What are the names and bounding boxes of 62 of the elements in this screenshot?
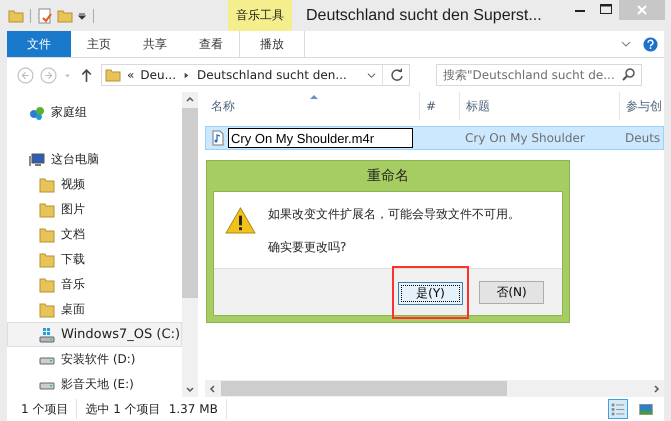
horizontal-scrollbar[interactable] bbox=[205, 380, 664, 397]
chevron-down-icon[interactable] bbox=[621, 39, 631, 49]
folder-icon bbox=[39, 202, 55, 218]
vertical-scrollbar[interactable] bbox=[182, 92, 198, 397]
rename-field[interactable]: Cry On My Shoulder.m4r bbox=[228, 128, 413, 148]
refresh-icon[interactable] bbox=[389, 67, 405, 83]
nav-item[interactable]: 音乐 bbox=[7, 272, 182, 297]
column-header[interactable]: # bbox=[420, 92, 460, 120]
selection-count: 选中 1 个项目 bbox=[85, 400, 161, 418]
folder-icon[interactable] bbox=[8, 8, 24, 24]
computer-icon bbox=[29, 152, 45, 168]
ribbon-tab[interactable]: 主页 bbox=[71, 31, 127, 57]
column-header[interactable]: 参与创 bbox=[620, 92, 664, 120]
column-header[interactable]: 标题 bbox=[460, 92, 620, 120]
breadcrumb-segment[interactable]: Deutschland sucht den... bbox=[197, 68, 347, 82]
address-bar[interactable]: « Deu... Deutschland sucht den... bbox=[101, 64, 410, 86]
table-cell-text: Cry On My Shoulder bbox=[464, 130, 586, 147]
search-icon bbox=[621, 67, 637, 83]
item-count: 1 个项目 bbox=[21, 400, 68, 418]
details-view-icon[interactable] bbox=[608, 399, 628, 419]
selection-size: 1.37 MB bbox=[168, 402, 218, 416]
breadcrumb-segment[interactable]: Deu... bbox=[140, 68, 176, 82]
dialog-button[interactable]: 否(N) bbox=[479, 280, 544, 304]
nav-item[interactable]: 下载 bbox=[7, 247, 182, 272]
music-file-icon bbox=[210, 130, 226, 146]
breadcrumb-overflow[interactable]: « bbox=[127, 68, 134, 82]
table-cell-text: Deuts bbox=[624, 130, 662, 147]
dropdown-icon[interactable] bbox=[77, 10, 87, 20]
nav-item[interactable]: 家庭组 bbox=[7, 100, 182, 125]
dialog-message: 如果改变文件扩展名，可能会导致文件不可用。 bbox=[268, 206, 520, 223]
dialog-title: 重命名 bbox=[366, 167, 410, 186]
chevron-down-icon[interactable] bbox=[367, 70, 376, 80]
search-field[interactable]: 搜索"Deutschland sucht de... bbox=[436, 64, 642, 86]
dialog-button[interactable]: 是(Y) bbox=[398, 282, 463, 304]
folder-icon bbox=[39, 176, 55, 192]
nav-item[interactable]: 影音天地 (E:) bbox=[7, 372, 182, 397]
folder-icon bbox=[105, 67, 121, 83]
help-icon[interactable] bbox=[643, 36, 658, 52]
nav-item[interactable]: 这台电脑 bbox=[7, 147, 182, 172]
folder-icon bbox=[39, 302, 55, 318]
folder-icon bbox=[39, 276, 55, 292]
nav-item[interactable]: Windows7_OS (C:) bbox=[7, 322, 182, 347]
ribbon-tab[interactable]: 播放 bbox=[239, 31, 305, 57]
folder-icon bbox=[39, 252, 55, 268]
window-title: Deutschland sucht den Superst... bbox=[305, 6, 543, 24]
warning-icon bbox=[225, 207, 256, 234]
windows-drive-icon bbox=[39, 326, 55, 342]
nav-item[interactable]: 安装软件 (D:) bbox=[7, 347, 182, 372]
ribbon-tab[interactable]: 文件 bbox=[7, 31, 71, 57]
nav-item[interactable]: 文档 bbox=[7, 222, 182, 247]
dialog-question: 确实要更改吗? bbox=[268, 239, 348, 256]
nav-item[interactable]: 视频 bbox=[7, 172, 182, 197]
sort-ascending-icon bbox=[310, 94, 318, 99]
nav-item[interactable]: 图片 bbox=[7, 197, 182, 222]
folder-icon bbox=[39, 226, 55, 242]
properties-icon[interactable] bbox=[37, 8, 53, 24]
ribbon-tab[interactable]: 查看 bbox=[183, 31, 239, 57]
contextual-tab-label: 音乐工具 bbox=[228, 0, 292, 31]
homegroup-icon bbox=[29, 104, 45, 120]
file-row[interactable]: Cry On My Shoulder.m4r Cry On My Shoulder Deuts bbox=[205, 126, 664, 150]
ribbon-tab[interactable]: 共享 bbox=[127, 31, 183, 57]
nav-item[interactable]: 桌面 bbox=[7, 297, 182, 322]
